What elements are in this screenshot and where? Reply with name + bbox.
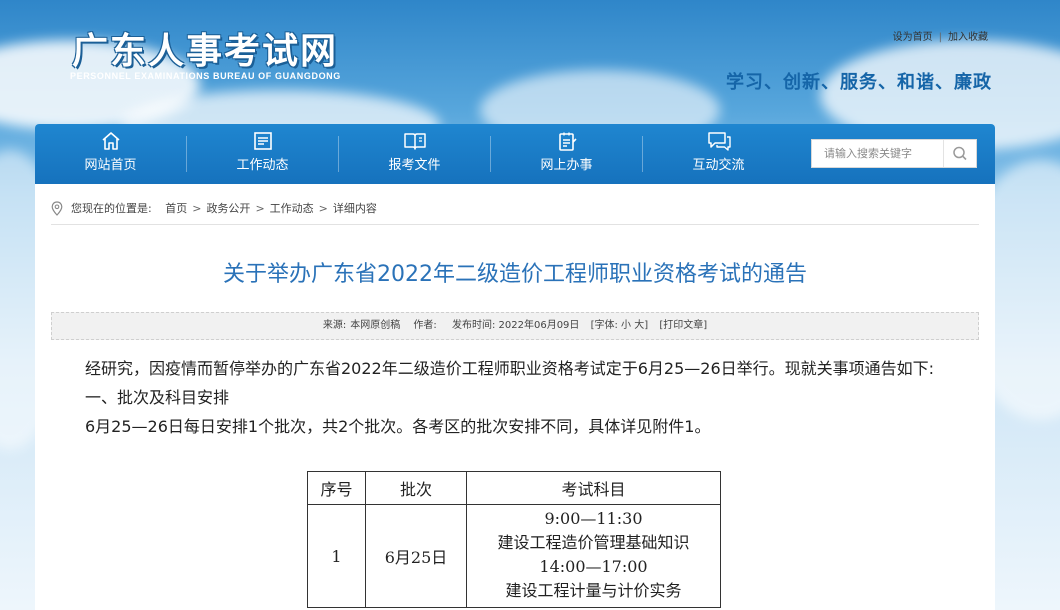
search-box bbox=[811, 139, 977, 168]
search-button[interactable] bbox=[943, 140, 976, 167]
nav-item-exam-docs[interactable]: 报考文件 bbox=[339, 124, 490, 184]
link-separator: | bbox=[938, 32, 942, 43]
chat-icon bbox=[707, 132, 731, 151]
site-subtitle: PERSONNEL EXAMINATIONS BUREAU OF GUANGDO… bbox=[70, 71, 341, 81]
nav-item-label: 报考文件 bbox=[388, 158, 441, 173]
nav-item-home[interactable]: 网站首页 bbox=[35, 124, 186, 184]
site-title: 广东人事考试网 bbox=[72, 31, 339, 72]
subject-name: 建设工程计量与计价实务 bbox=[505, 581, 682, 600]
book-icon bbox=[403, 133, 426, 150]
nav-item-label: 互动交流 bbox=[692, 158, 745, 173]
news-icon bbox=[253, 132, 272, 150]
add-favorite-link[interactable]: 加入收藏 bbox=[948, 32, 988, 43]
home-icon bbox=[101, 132, 120, 150]
meta-source-value: 本网原创稿 bbox=[350, 320, 401, 331]
exam-schedule-table: 序号 批次 考试科目 1 6月25日 9:00—11:30 建设工程造价管理基础… bbox=[307, 471, 721, 608]
breadcrumb-gov-affairs[interactable]: 政务公开 bbox=[206, 202, 250, 215]
paragraph-batches: 6月25—26日每日安排1个批次，共2个批次。各考区的批次安排不同，具体详见附件… bbox=[85, 417, 711, 436]
row-batch: 6月25日 bbox=[365, 504, 467, 608]
search-input[interactable] bbox=[812, 140, 946, 167]
nav-item-label: 工作动态 bbox=[236, 158, 289, 173]
nav-item-label: 网上办事 bbox=[540, 158, 593, 173]
breadcrumb-prefix: 您现在的位置是: bbox=[71, 202, 152, 215]
table-header-subjects: 考试科目 bbox=[466, 471, 721, 505]
table-header-batch: 批次 bbox=[365, 471, 467, 505]
breadcrumb-arrow: > bbox=[318, 201, 328, 215]
breadcrumb: 您现在的位置是: 首页 > 政务公开 > 工作动态 > 详细内容 bbox=[51, 200, 377, 218]
print-article-link[interactable]: [打印文章] bbox=[659, 320, 707, 331]
section-heading-batches: 一、批次及科目安排 bbox=[85, 388, 230, 407]
breadcrumb-current: 详细内容 bbox=[332, 202, 377, 215]
nav-item-online-services[interactable]: 网上办事 bbox=[491, 124, 642, 184]
subject-name: 建设工程造价管理基础知识 bbox=[497, 533, 690, 552]
breadcrumb-arrow: > bbox=[192, 201, 202, 215]
nav-item-interaction[interactable]: 互动交流 bbox=[643, 124, 794, 184]
table-header-no: 序号 bbox=[307, 471, 366, 505]
row-subjects: 9:00—11:30 建设工程造价管理基础知识 14:00—17:00 建设工程… bbox=[466, 504, 721, 608]
table-header-row: 序号 批次 考试科目 bbox=[307, 471, 721, 505]
subject-time: 9:00—11:30 bbox=[544, 509, 643, 528]
meta-author-label: 作者: bbox=[413, 320, 437, 331]
clipboard-icon bbox=[558, 132, 577, 151]
table-row: 1 6月25日 9:00—11:30 建设工程造价管理基础知识 14:00—17… bbox=[307, 504, 721, 608]
nav-item-label: 网站首页 bbox=[84, 158, 137, 173]
search-icon bbox=[953, 146, 967, 161]
font-size-toggle[interactable]: [字体: 小 大] bbox=[591, 320, 649, 331]
breadcrumb-divider bbox=[51, 224, 979, 225]
subject-time: 14:00—17:00 bbox=[539, 557, 648, 576]
breadcrumb-arrow: > bbox=[255, 201, 265, 215]
nav-item-news[interactable]: 工作动态 bbox=[187, 124, 338, 184]
breadcrumb-home[interactable]: 首页 bbox=[165, 202, 187, 215]
article-meta: 来源: 本网原创稿 作者: 发布时间: 2022年06月09日 [字体: 小 大]… bbox=[51, 312, 979, 340]
content-panel: 网站首页 工作动态 报考文件 网上办事 互动交流 请输入搜索关键字 您现在的位置… bbox=[35, 124, 995, 610]
paragraph-intro: 经研究，因疫情而暂停举办的广东省2022年二级造价工程师职业资格考试定于6月25… bbox=[85, 359, 935, 378]
breadcrumb-work-news[interactable]: 工作动态 bbox=[270, 202, 314, 215]
meta-published: 发布时间: 2022年06月09日 bbox=[451, 320, 580, 331]
set-homepage-link[interactable]: 设为首页 bbox=[893, 32, 933, 43]
slogan: 学习、创新、服务、和谐、廉政 bbox=[726, 72, 992, 93]
row-no: 1 bbox=[307, 504, 366, 608]
article-title: 关于举办广东省2022年二级造价工程师职业资格考试的通告 bbox=[223, 262, 807, 287]
article-body: 经研究，因疫情而暂停举办的广东省2022年二级造价工程师职业资格考试定于6月25… bbox=[51, 354, 951, 441]
location-pin-icon bbox=[51, 200, 63, 216]
main-nav: 网站首页 工作动态 报考文件 网上办事 互动交流 请输入搜索关键字 bbox=[35, 124, 995, 184]
top-links: 设为首页 | 加入收藏 bbox=[893, 28, 988, 43]
meta-source-label: 来源: bbox=[322, 320, 347, 331]
